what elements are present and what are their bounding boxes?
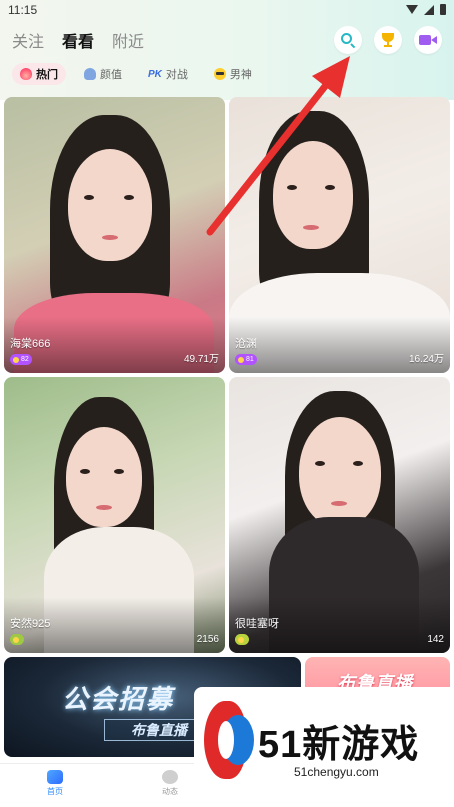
streamer-name: 海棠666 [10,338,51,350]
category-label: 颜值 [100,69,122,81]
flame-icon [20,68,32,80]
category-hot[interactable]: 热门 [12,63,66,85]
nav-label: 首页 [47,787,63,796]
viewer-count: 16.24万 [408,354,444,365]
category-male-idol[interactable]: 男神 [206,63,260,85]
viewer-count: 49.71万 [183,354,219,365]
wifi-icon [406,5,418,14]
dynamic-icon [162,770,178,784]
watermark-title: 51新游戏 [258,724,420,766]
category-chips: 热门 颜值 PK 对战 男神 [12,63,260,85]
crown-icon [13,636,19,643]
category-label: 男神 [229,69,252,81]
home-icon [47,770,63,784]
header-actions [334,26,442,54]
nav-dynamic[interactable]: 动态 [140,770,200,797]
watermark-url: 51chengyu.com [294,765,379,779]
crown-icon [238,356,244,363]
category-label: 对战 [165,69,188,81]
viewer-count: 142 [427,634,444,645]
viewer-count: 2156 [196,634,219,645]
live-room-card[interactable]: 很哇塞呀 142 [229,377,450,653]
nav-home[interactable]: 首页 [25,770,85,797]
banner-title: 公会招募 [62,684,175,714]
site-watermark: 51新游戏 51chengyu.com [194,687,454,797]
status-bar: 11:15 [0,0,454,20]
search-icon [341,33,356,49]
streamer-name: 安然925 [10,618,51,630]
level-badge [10,634,24,645]
level-badge: 81 [235,354,257,365]
site-logo [204,701,254,779]
pk-icon: PK [148,68,162,80]
live-room-card[interactable]: 海棠666 82 49.71万 [4,97,225,373]
live-room-card[interactable]: 安然925 2156 [4,377,225,653]
signal-icon [424,4,434,15]
heart-icon [84,68,96,80]
tab-nearby[interactable]: 附近 [112,28,144,52]
tab-watch[interactable]: 看看 [62,28,94,52]
streamer-name: 很哇塞呀 [235,618,279,630]
tab-follow[interactable]: 关注 [12,28,44,52]
search-button[interactable] [334,26,362,54]
category-battle[interactable]: PK 对战 [140,63,196,85]
video-camera-icon [419,34,437,46]
battery-icon [440,4,446,15]
crown-icon [13,356,19,363]
top-tabs: 关注 看看 附近 [12,28,144,52]
live-room-card[interactable]: 沧渊 81 16.24万 [229,97,450,373]
ranking-button[interactable] [374,26,402,54]
status-time: 11:15 [8,3,38,17]
level-badge: 82 [10,354,32,365]
trophy-icon [380,32,396,48]
category-looks[interactable]: 颜值 [76,63,130,85]
crown-icon [238,636,244,643]
sunglasses-icon [213,68,226,80]
go-live-button[interactable] [414,26,442,54]
nav-label: 动态 [162,787,178,796]
level-badge [235,634,249,645]
streamer-name: 沧渊 [235,338,257,350]
status-icons [406,4,446,15]
category-label: 热门 [36,69,58,81]
